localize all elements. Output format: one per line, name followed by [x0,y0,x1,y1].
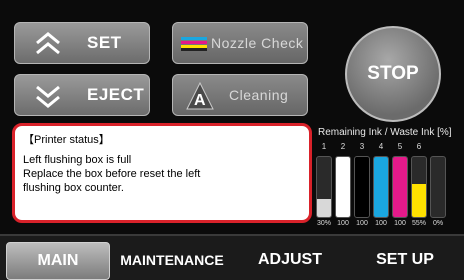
double-chevron-up-icon [36,32,60,55]
ink-fill-level [393,157,407,217]
ink-level-header: Remaining Ink / Waste Ink [%] [318,127,452,138]
tab-maintenance[interactable]: MAINTENANCE [116,242,228,278]
ink-fill-level [317,199,331,217]
eject-button[interactable]: EJECT [14,74,150,116]
ink-fill-level [412,184,426,217]
ink-slot-number: 5 [397,142,403,151]
nozzle-check-label: Nozzle Check [211,35,304,51]
ink-tube [430,156,446,218]
ink-fill-level [336,157,350,217]
ink-slot-number: 6 [416,142,422,151]
ink-fill-level [355,157,369,217]
double-chevron-down-icon [36,85,60,108]
ink-tube [411,156,427,218]
status-message-line-1: Left flushing box is full [23,154,132,166]
ink-slot-number: 1 [321,142,327,151]
nozzle-pattern-icon [181,37,207,51]
ink-tube [354,156,370,218]
stop-label: STOP [367,63,419,84]
tab-main[interactable]: MAIN [6,242,110,280]
cleaning-button[interactable]: A Cleaning [172,74,308,116]
set-label: SET [87,33,122,52]
cleaning-icon: A [186,81,214,110]
ink-slot-number: 4 [378,142,384,151]
ink-slot-number: 2 [340,142,346,151]
ink-percent: 0% [432,220,444,227]
ink-slot-number: 3 [359,142,365,151]
ink-tube [335,156,351,218]
stop-button[interactable]: STOP [345,26,441,122]
status-title: 【Printer status】 [23,134,110,146]
tab-set-up[interactable]: SET UP [350,242,460,278]
bottom-tab-bar: MAIN MAINTENANCE ADJUST SET UP [0,234,464,280]
nozzle-check-button[interactable]: Nozzle Check [172,22,308,64]
ink-tube [373,156,389,218]
printer-control-screen: SET EJECT Nozzle Check A Cleaning STOP 【… [0,0,464,280]
status-message-line-2: Replace the box before reset the left [23,168,201,180]
ink-tube [392,156,408,218]
eject-label: EJECT [87,85,145,104]
cleaning-label: Cleaning [229,87,289,103]
printer-status-panel: 【Printer status】 Left flushing box is fu… [12,123,312,223]
ink-fill-level [374,157,388,217]
set-button[interactable]: SET [14,22,150,64]
tab-adjust[interactable]: ADJUST [240,242,340,278]
status-message-line-3: flushing box counter. [23,182,124,194]
ink-tube [316,156,332,218]
svg-text:A: A [194,92,206,109]
